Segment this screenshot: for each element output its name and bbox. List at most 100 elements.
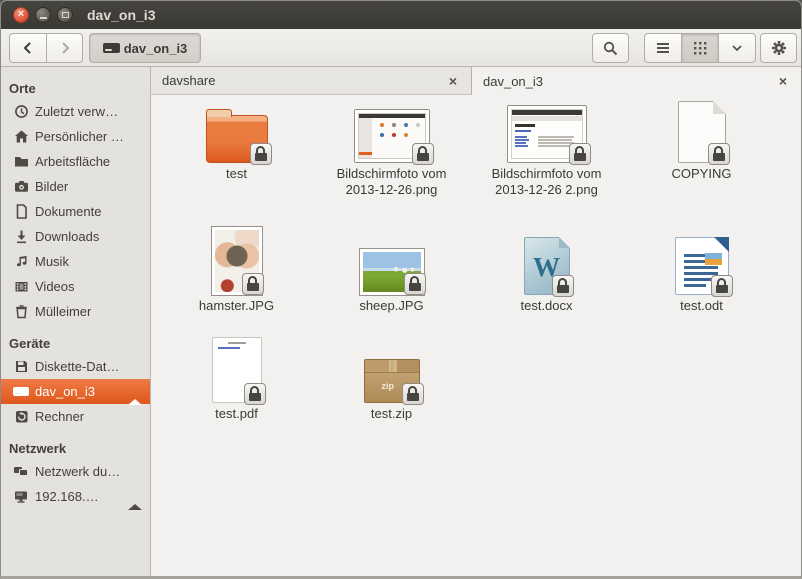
document-icon xyxy=(13,204,29,220)
maximize-icon xyxy=(62,12,69,18)
close-icon: × xyxy=(18,9,24,20)
lock-emblem xyxy=(250,143,272,165)
file-label: test.pdf xyxy=(215,406,258,422)
search-button[interactable] xyxy=(592,33,629,63)
tab-bar: davshare × dav_on_i3 × xyxy=(151,67,801,95)
clock-icon xyxy=(13,104,29,120)
tab-dav-on-i3[interactable]: dav_on_i3 × xyxy=(472,67,801,95)
titlebar: × dav_on_i3 xyxy=(1,1,801,29)
photo-thumbnail xyxy=(212,227,262,295)
path-bar-label: dav_on_i3 xyxy=(124,41,188,56)
sidebar-item-home[interactable]: Persönlicher … xyxy=(1,124,150,149)
file-label: hamster.JPG xyxy=(199,298,274,314)
file-label: Bildschirmfoto vom 2013-12-26.png xyxy=(327,166,457,198)
photo-thumbnail xyxy=(360,249,424,295)
file-item-copying[interactable]: COPYING xyxy=(624,103,779,182)
sidebar-item-label: Diskette-Dat… xyxy=(35,359,120,374)
lock-emblem xyxy=(404,273,426,295)
sidebar-item-label: Dokumente xyxy=(35,204,101,219)
file-grid: test Bildschirmfoto vom 2013-12-26.png B… xyxy=(151,95,801,578)
file-item-hamster[interactable]: hamster.JPG xyxy=(159,223,314,314)
file-item-screenshot-2[interactable]: Bildschirmfoto vom 2013-12-26 2.png xyxy=(469,103,624,198)
sidebar-item-label: Netzwerk du… xyxy=(35,464,120,479)
sidebar-item-label: Videos xyxy=(35,279,75,294)
tab-label: davshare xyxy=(162,73,215,88)
toolbar: dav_on_i3 xyxy=(1,29,801,67)
sidebar-item-label: Downloads xyxy=(35,229,99,244)
network-drive-icon xyxy=(13,489,29,505)
tab-close-button[interactable]: × xyxy=(449,74,457,88)
folder-icon xyxy=(13,154,29,170)
screenshot-thumbnail xyxy=(354,109,430,163)
sidebar-item-dav-on-i3[interactable]: dav_on_i3 xyxy=(1,379,150,404)
grid-view-button[interactable] xyxy=(681,33,718,63)
settings-menu-button[interactable] xyxy=(760,33,797,63)
file-item-screenshot-1[interactable]: Bildschirmfoto vom 2013-12-26.png xyxy=(314,103,469,198)
sidebar-item-label: dav_on_i3 xyxy=(35,384,95,399)
path-bar-location-button[interactable]: dav_on_i3 xyxy=(89,33,201,63)
file-item-zip[interactable]: zip test.zip xyxy=(314,335,469,422)
sidebar-item-downloads[interactable]: Downloads xyxy=(1,224,150,249)
file-label: Bildschirmfoto vom 2013-12-26 2.png xyxy=(482,166,612,198)
download-icon xyxy=(13,229,29,245)
sidebar-item-recent[interactable]: Zuletzt verw… xyxy=(1,99,150,124)
sidebar-item-label: Zuletzt verw… xyxy=(35,104,118,119)
file-item-sheep[interactable]: sheep.JPG xyxy=(314,223,469,314)
sidebar-item-network-server[interactable]: 192.168.… xyxy=(1,484,150,509)
back-button[interactable] xyxy=(9,33,46,63)
chevron-down-icon xyxy=(729,40,745,56)
forward-icon xyxy=(57,40,73,56)
view-options-dropdown-button[interactable] xyxy=(718,33,756,63)
eject-icon xyxy=(128,384,142,405)
camera-icon xyxy=(13,179,29,195)
file-item-docx[interactable]: W test.docx xyxy=(469,223,624,314)
list-view-button[interactable] xyxy=(644,33,681,63)
sidebar-item-label: Rechner xyxy=(35,409,84,424)
sidebar-item-videos[interactable]: Videos xyxy=(1,274,150,299)
forward-button[interactable] xyxy=(46,33,83,63)
sidebar-section-heading: Orte xyxy=(1,77,150,99)
sidebar-item-pictures[interactable]: Bilder xyxy=(1,174,150,199)
file-item-test-folder[interactable]: test xyxy=(159,103,314,182)
tab-close-button[interactable]: × xyxy=(779,74,787,88)
minimize-window-button[interactable] xyxy=(35,7,51,23)
eject-button[interactable] xyxy=(128,489,142,504)
sidebar-item-music[interactable]: Musik xyxy=(1,249,150,274)
tab-davshare[interactable]: davshare × xyxy=(151,67,472,95)
sidebar-item-label: Arbeitsfläche xyxy=(35,154,110,169)
lock-emblem xyxy=(552,275,574,297)
file-item-odt[interactable]: test.odt xyxy=(624,223,779,314)
sidebar-item-label: Mülleimer xyxy=(35,304,91,319)
file-manager-window: × dav_on_i3 dav_on_i3 xyxy=(0,0,802,579)
sidebar-item-desktop[interactable]: Arbeitsfläche xyxy=(1,149,150,174)
screenshot-thumbnail xyxy=(507,105,587,163)
sidebar-item-computer[interactable]: Rechner xyxy=(1,404,150,429)
home-icon xyxy=(13,129,29,145)
sidebar-section-heading: Geräte xyxy=(1,332,150,354)
sidebar-item-trash[interactable]: Mülleimer xyxy=(1,299,150,324)
file-label: test xyxy=(226,166,247,182)
search-icon xyxy=(602,40,619,57)
folder-icon xyxy=(206,115,268,163)
eject-icon xyxy=(128,489,142,510)
word-document-icon: W xyxy=(524,237,570,295)
sidebar-item-documents[interactable]: Dokumente xyxy=(1,199,150,224)
list-view-icon xyxy=(655,41,671,55)
sidebar-item-label: Musik xyxy=(35,254,69,269)
places-sidebar: Orte Zuletzt verw… Persönlicher … Arbeit… xyxy=(1,67,151,578)
sidebar-item-floppy[interactable]: Diskette-Dat… xyxy=(1,354,150,379)
eject-button[interactable] xyxy=(128,384,142,399)
lock-emblem xyxy=(244,383,266,405)
text-document-icon xyxy=(678,101,726,163)
file-item-pdf[interactable]: test.pdf xyxy=(159,335,314,422)
drive-icon xyxy=(13,384,29,400)
computer-icon xyxy=(13,409,29,425)
trash-icon xyxy=(13,304,29,320)
lock-emblem xyxy=(242,273,264,295)
sidebar-item-network-browse[interactable]: Netzwerk du… xyxy=(1,459,150,484)
file-label: test.zip xyxy=(371,406,412,422)
file-label: COPYING xyxy=(672,166,732,182)
close-window-button[interactable]: × xyxy=(13,7,29,23)
maximize-window-button[interactable] xyxy=(57,7,73,23)
network-icon xyxy=(13,464,29,480)
